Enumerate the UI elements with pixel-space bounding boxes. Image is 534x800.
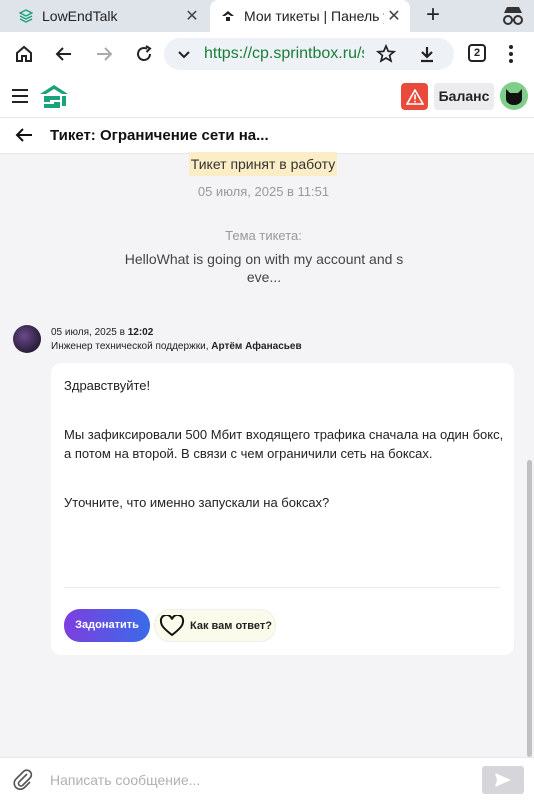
alert-button[interactable] (401, 83, 428, 110)
send-button[interactable] (482, 766, 524, 794)
heart-icon (159, 614, 185, 636)
rate-answer-button[interactable]: Как вам ответ? (154, 609, 276, 642)
author-role: Инженер технической поддержки, (51, 341, 209, 352)
bookmark-star-icon[interactable] (372, 40, 400, 68)
address-bar[interactable]: https://cp.sprintbox.ru/supp (164, 38, 454, 70)
reload-icon[interactable] (130, 40, 158, 68)
site-info-icon[interactable] (176, 46, 192, 67)
message-input[interactable] (50, 767, 470, 793)
hamburger-menu-icon[interactable] (12, 89, 28, 108)
browser-tab-strip: LowEndTalk ✕ Мои тикеты | Панель управ ✕… (0, 0, 534, 32)
download-icon[interactable] (413, 40, 441, 68)
browser-tab-tickets[interactable]: Мои тикеты | Панель управ ✕ (210, 0, 410, 32)
more-menu-icon[interactable] (497, 40, 525, 68)
message-question: Уточните, что именно запускали на боксах… (64, 495, 330, 510)
tab-title: LowEndTalk (42, 8, 118, 24)
message-date: 05 июля, 2025 в (51, 327, 125, 338)
rate-answer-label: Как вам ответ? (190, 619, 272, 632)
close-tab-icon[interactable]: ✕ (384, 6, 404, 26)
paperclip-icon[interactable] (12, 768, 34, 790)
author-name: Артём Афанасьев (211, 341, 302, 352)
page-title: Тикет: Ограничение сети на... (50, 127, 269, 144)
forward-arrow-icon[interactable] (90, 40, 118, 68)
tab-title: Мои тикеты | Панель управ (244, 8, 384, 24)
balance-button[interactable]: Баланс (434, 83, 494, 110)
status-badge: Тикет принят в работу (189, 152, 337, 176)
close-tab-icon[interactable]: ✕ (182, 6, 202, 26)
message-body: Мы зафиксировали 500 Мбит входящего траф… (64, 427, 504, 461)
donate-button[interactable]: Задонатить (64, 609, 150, 642)
back-arrow-icon[interactable] (50, 40, 78, 68)
browser-toolbar: https://cp.sprintbox.ru/supp 2 (0, 32, 534, 76)
subject-label: Тема тикета: (225, 228, 302, 243)
message-time: 12:02 (127, 327, 154, 338)
back-arrow-icon[interactable] (14, 126, 36, 146)
warning-icon (405, 88, 424, 105)
browser-tab-lowendtalk[interactable]: LowEndTalk ✕ (8, 0, 208, 32)
message-card: Здравствуйте! Мы зафиксировали 500 Мбит … (51, 363, 514, 655)
site-header: Баланс (0, 76, 534, 118)
subject-text: HelloWhat is going on with my account an… (124, 251, 404, 285)
status-timestamp: 05 июля, 2025 в 11:51 (197, 184, 330, 199)
stack-icon (18, 8, 34, 24)
home-icon[interactable] (10, 40, 38, 68)
sprintbox-logo-icon[interactable] (38, 82, 70, 115)
message-composer (0, 757, 534, 800)
message-greeting: Здравствуйте! (64, 378, 151, 393)
incognito-icon[interactable] (500, 4, 526, 28)
user-avatar[interactable] (500, 82, 528, 110)
sprintbox-icon (220, 8, 236, 24)
agent-avatar (13, 325, 41, 353)
scrollbar[interactable] (527, 460, 532, 757)
tab-switcher-button[interactable]: 2 (468, 44, 486, 62)
message-meta: 05 июля, 2025 в 12:02 Инженер техническо… (51, 326, 302, 354)
divider (64, 587, 501, 588)
send-icon (495, 773, 511, 787)
cat-icon (506, 89, 522, 105)
new-tab-button[interactable]: + (420, 2, 446, 30)
url-text: https://cp.sprintbox.ru/supp (204, 45, 364, 62)
ticket-title-bar: Тикет: Ограничение сети на... (0, 118, 534, 154)
